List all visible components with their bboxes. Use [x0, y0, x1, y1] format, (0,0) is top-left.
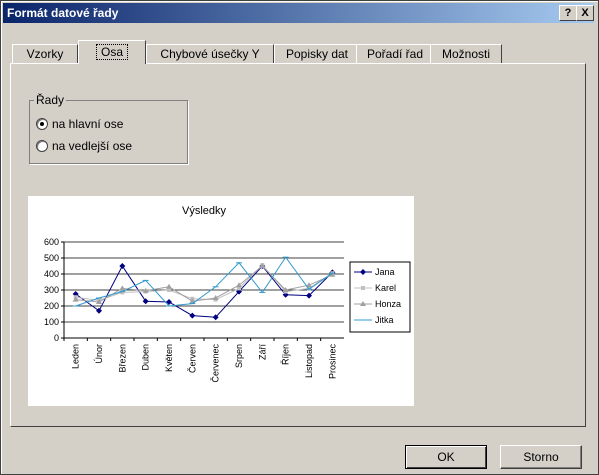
x-tick-label: Březen [117, 344, 127, 373]
data-point [142, 298, 149, 305]
x-tick-label: Listopad [304, 344, 314, 378]
x-tick-label: Říjen [281, 344, 291, 365]
data-point [119, 263, 126, 269]
tab-chybove-usecky[interactable]: Chybové úsečky Y [146, 44, 274, 63]
legend-label: Jitka [375, 315, 394, 325]
x-tick-label: Srpen [234, 344, 244, 368]
x-tick-label: Květen [164, 344, 174, 372]
x-tick-label: Duben [141, 344, 151, 371]
tab-osa-label: Osa [95, 44, 129, 60]
legend-label: Karel [375, 283, 396, 293]
x-tick-label: Září [257, 344, 267, 361]
y-tick-label: 0 [54, 333, 59, 343]
close-button[interactable]: X [576, 5, 594, 21]
chart-preview: Výsledky 0 100 200 300 400 500 600 Leden Únor Břez… [28, 196, 414, 406]
y-tick-label: 500 [44, 253, 59, 263]
tab-poradi-rad[interactable]: Pořadí řad [356, 44, 434, 63]
series-line-honza [75, 265, 333, 303]
x-tick-label: Červenec [211, 344, 221, 383]
data-point [166, 283, 172, 289]
x-tick-label: Únor [94, 344, 104, 364]
window-title: Formát datové řady [7, 6, 119, 20]
chart-title: Výsledky [182, 205, 227, 217]
ok-button[interactable]: OK [405, 445, 487, 469]
y-tick-label: 400 [44, 269, 59, 279]
y-tick-label: 200 [44, 301, 59, 311]
radio-secondary-axis-label: na vedlejší ose [52, 139, 133, 153]
legend-label: Jana [375, 267, 395, 277]
data-point [119, 285, 126, 291]
data-point [212, 295, 219, 300]
cancel-button[interactable]: Storno [500, 445, 582, 469]
x-tick-label: Leden [71, 344, 81, 369]
tab-vzorky[interactable]: Vzorky [12, 44, 78, 63]
tab-moznosti[interactable]: Možnosti [430, 44, 502, 63]
radio-primary-axis[interactable]: na hlavní ose [36, 116, 123, 132]
tab-popisky-dat[interactable]: Popisky dat [274, 44, 360, 63]
y-tick-label: 600 [44, 237, 59, 247]
x-tick-label: Červen [187, 344, 197, 373]
data-point [189, 312, 196, 319]
radio-primary-axis-label: na hlavní ose [52, 117, 124, 131]
y-tick-label: 300 [44, 285, 59, 295]
group-label: Řady [34, 93, 67, 107]
radio-secondary-axis[interactable]: na vedlejší ose [36, 138, 132, 154]
title-bar[interactable]: Formát datové řady ? X [3, 3, 594, 23]
radio-dot-checked-icon [36, 118, 48, 130]
tab-osa[interactable]: Osa [78, 40, 146, 64]
help-button[interactable]: ? [559, 5, 577, 21]
y-tick-label: 100 [44, 317, 59, 327]
x-tick-label: Prosinec [327, 344, 337, 380]
legend-label: Honza [375, 299, 401, 309]
legend-marker [361, 286, 365, 290]
radio-dot-unchecked-icon [36, 140, 48, 152]
series-axis-group [29, 100, 188, 164]
chart-svg: Výsledky 0 100 200 300 400 500 600 Leden Únor Břez… [44, 205, 411, 383]
